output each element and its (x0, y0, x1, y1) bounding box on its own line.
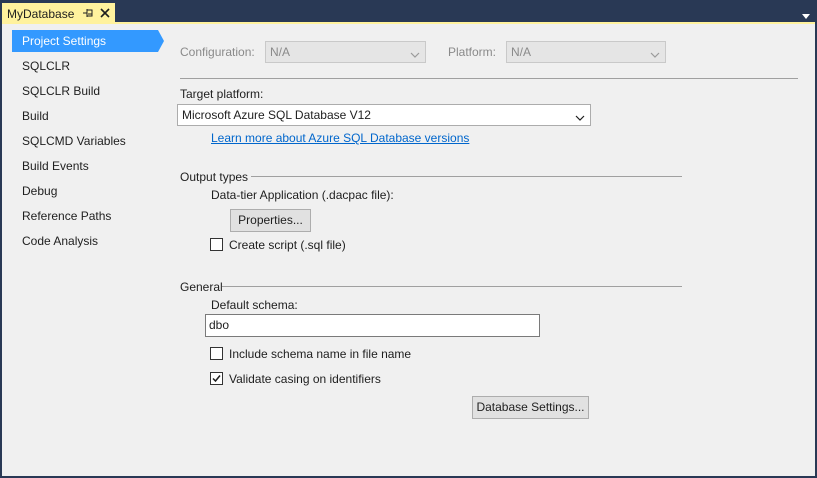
platform-value: N/A (511, 45, 532, 59)
platform-label: Platform: (448, 45, 497, 59)
properties-button[interactable]: Properties... (230, 209, 311, 232)
nav-item-project-settings[interactable]: Project Settings (12, 30, 158, 52)
validate-casing-checkbox[interactable] (210, 372, 223, 385)
nav-item-build-events[interactable]: Build Events (12, 155, 158, 177)
validate-casing-label: Validate casing on identifiers (229, 372, 381, 386)
document-tab-mydatabase[interactable]: MyDatabase (2, 3, 115, 24)
target-platform-value: Microsoft Azure SQL Database V12 (182, 108, 371, 122)
chevron-down-icon (575, 111, 585, 121)
general-heading: General (180, 280, 223, 294)
nav-item-sqlclr[interactable]: SQLCLR (12, 55, 158, 77)
output-types-separator (251, 176, 682, 177)
document-tab-strip (0, 0, 817, 24)
configuration-value: N/A (270, 45, 291, 59)
create-script-label: Create script (.sql file) (229, 238, 346, 252)
configuration-select[interactable]: N/A (265, 41, 426, 63)
create-script-checkbox[interactable] (210, 238, 223, 251)
chevron-down-icon (410, 48, 420, 58)
configuration-label: Configuration: (180, 45, 255, 59)
close-icon[interactable] (99, 7, 111, 19)
nav-selection-arrow (158, 30, 164, 52)
nav-item-debug[interactable]: Debug (12, 180, 158, 202)
database-settings-button[interactable]: Database Settings... (472, 396, 589, 419)
default-schema-field[interactable] (205, 314, 540, 337)
platform-select[interactable]: N/A (506, 41, 666, 63)
azure-sql-versions-link[interactable]: Learn more about Azure SQL Database vers… (211, 131, 469, 145)
nav-item-reference-paths[interactable]: Reference Paths (12, 205, 158, 227)
general-separator (222, 286, 682, 287)
target-platform-label: Target platform: (180, 87, 264, 101)
chevron-down-icon (650, 48, 660, 58)
nav-item-sqlcmd-variables[interactable]: SQLCMD Variables (12, 130, 158, 152)
output-types-heading: Output types (180, 170, 249, 184)
include-schema-label: Include schema name in file name (229, 347, 412, 361)
separator (180, 78, 798, 79)
default-schema-input[interactable] (209, 318, 529, 332)
dacpac-label: Data-tier Application (.dacpac file): (211, 188, 394, 202)
include-schema-checkbox[interactable] (210, 347, 223, 360)
nav-item-build[interactable]: Build (12, 105, 158, 127)
target-platform-select[interactable]: Microsoft Azure SQL Database V12 (177, 104, 591, 126)
pin-icon[interactable] (81, 6, 95, 20)
tab-overflow-dropdown-icon[interactable] (801, 9, 811, 19)
default-schema-label: Default schema: (211, 298, 298, 312)
nav-item-sqlclr-build[interactable]: SQLCLR Build (12, 80, 158, 102)
checkmark-icon (212, 375, 221, 383)
document-tab-title: MyDatabase (7, 7, 75, 21)
nav-item-code-analysis[interactable]: Code Analysis (12, 230, 158, 252)
